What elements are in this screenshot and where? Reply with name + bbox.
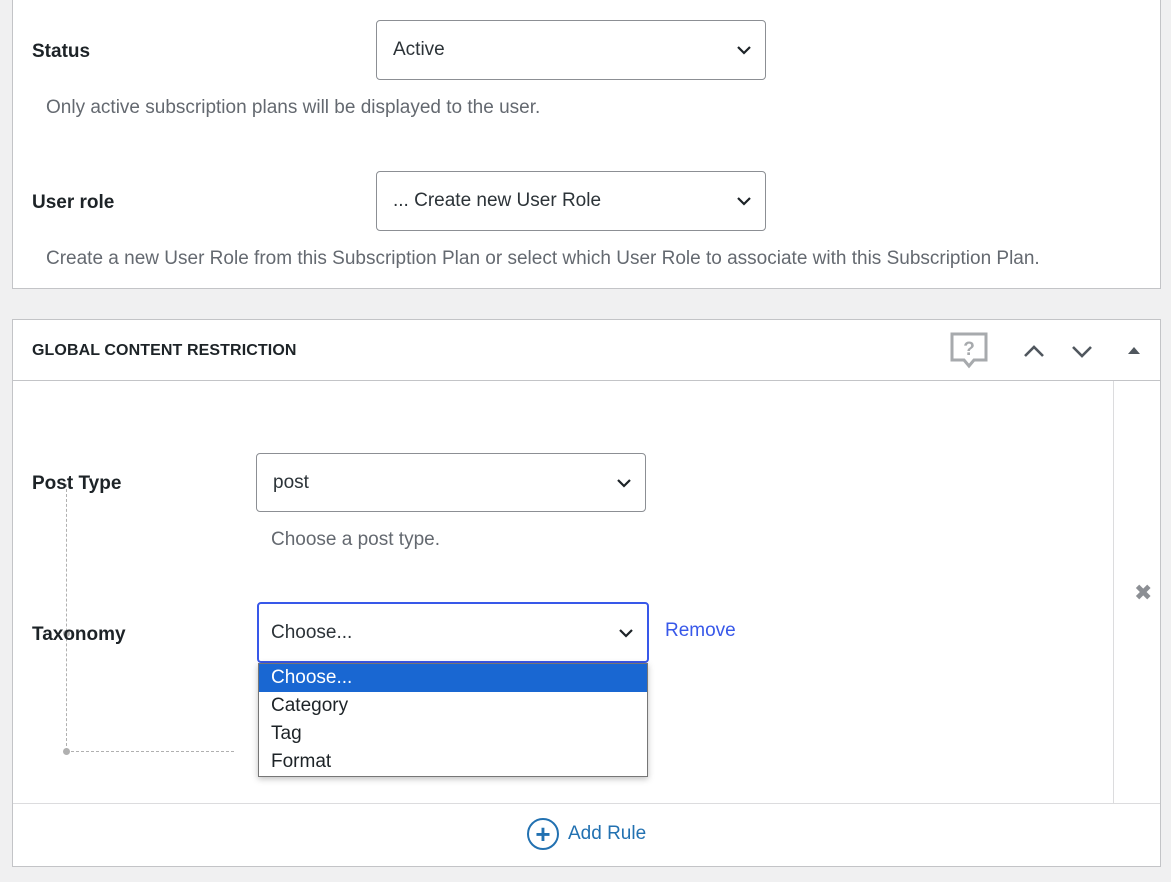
global-content-restriction-panel: GLOBAL CONTENT RESTRICTION ? + Add Rule: [12, 319, 1161, 867]
post-type-label: Post Type: [32, 473, 122, 494]
chevron-down-icon: [737, 197, 751, 206]
chevron-down-icon[interactable]: [1070, 341, 1094, 361]
add-rule-label: Add Rule: [568, 823, 647, 844]
chevron-down-icon: [619, 628, 633, 638]
chevron-down-icon: [617, 478, 631, 488]
post-type-select-value: post: [273, 471, 309, 493]
status-select-value: Active: [393, 39, 445, 60]
taxonomy-option-category[interactable]: Category: [259, 692, 647, 720]
status-label: Status: [32, 41, 91, 62]
svg-text:?: ?: [963, 339, 975, 360]
taxonomy-select-value: Choose...: [271, 621, 353, 643]
panel-header: GLOBAL CONTENT RESTRICTION ?: [13, 320, 1160, 381]
plus-circle-icon: +: [527, 818, 559, 850]
panel-footer: + Add Rule: [13, 803, 1160, 867]
user-role-label: User role: [32, 192, 115, 213]
remove-link[interactable]: Remove: [665, 620, 736, 642]
taxonomy-option-tag[interactable]: Tag: [259, 720, 647, 748]
taxonomy-dropdown-list: Choose... Category Tag Format: [258, 663, 648, 777]
user-role-description: Create a new User Role from this Subscri…: [46, 248, 1040, 269]
rule-connector-vertical: [66, 484, 67, 751]
taxonomy-option-choose[interactable]: Choose...: [259, 664, 647, 692]
add-rule-button[interactable]: + Add Rule: [527, 818, 646, 850]
help-bubble-icon[interactable]: ?: [950, 332, 988, 370]
chevron-down-icon: [737, 46, 751, 55]
status-select[interactable]: Active: [376, 20, 766, 80]
rule-connector-horizontal: [66, 751, 234, 752]
taxonomy-option-format[interactable]: Format: [259, 748, 647, 776]
taxonomy-select[interactable]: Choose...: [257, 602, 649, 663]
user-role-select-value: ... Create new User Role: [393, 190, 602, 211]
chevron-up-icon[interactable]: [1022, 341, 1046, 361]
close-rule-icon[interactable]: ✖: [1134, 580, 1152, 606]
status-description: Only active subscription plans will be d…: [46, 97, 541, 118]
post-type-select[interactable]: post: [256, 453, 646, 512]
taxonomy-label: Taxonomy: [32, 624, 126, 645]
user-role-select[interactable]: ... Create new User Role: [376, 171, 766, 231]
collapse-toggle-icon[interactable]: [1127, 344, 1141, 356]
panel-title: GLOBAL CONTENT RESTRICTION: [32, 342, 297, 359]
post-type-description: Choose a post type.: [271, 529, 440, 550]
connector-dot: [63, 748, 70, 755]
